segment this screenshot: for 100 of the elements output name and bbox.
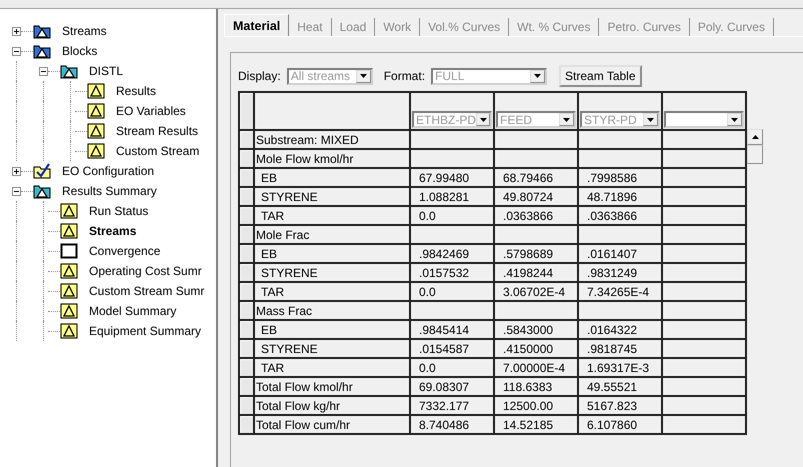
triangle-icon (60, 323, 78, 339)
table-cell: .0154587 (410, 339, 494, 358)
row-label: Total Flow kg/hr (254, 396, 410, 415)
row-label: TAR (254, 282, 410, 301)
row-label: Mass Frac (254, 301, 410, 320)
caret-icon (480, 118, 486, 122)
table-cell: .9842469 (410, 244, 494, 263)
table-cell: 0.0 (410, 282, 494, 301)
scroll-up-icon[interactable] (747, 129, 763, 145)
table-cell: 0.0 (410, 358, 494, 377)
expander-icon[interactable] (39, 66, 48, 76)
stream-table-button[interactable]: Stream Table (559, 65, 642, 87)
table-cell: .9831249 (578, 263, 662, 282)
table-cell: 14.52185 (494, 415, 578, 434)
table-cell: .9818745 (578, 339, 662, 358)
tree-item[interactable]: Equipment Summary (89, 324, 202, 338)
folder-icon (33, 23, 51, 39)
tree-item[interactable]: Convergence (89, 244, 160, 258)
triangle-icon (60, 283, 78, 299)
caret-icon (647, 118, 654, 122)
display-label: Display: (238, 69, 281, 83)
table-cell: .0161407 (578, 244, 662, 263)
row-label: Substream: MIXED (254, 130, 410, 149)
table-cell: 0.0 (410, 206, 494, 225)
row-label: TAR (254, 206, 410, 225)
row-label: TAR (254, 358, 410, 377)
expander-icon[interactable] (12, 26, 21, 36)
triangle-icon (60, 223, 78, 239)
tree-item[interactable]: Streams (62, 24, 107, 38)
row-label: Total Flow kmol/hr (254, 377, 410, 396)
table-cell: .4198244 (494, 263, 578, 282)
tree-item[interactable]: Blocks (62, 44, 98, 58)
tree-item[interactable]: EO Variables (116, 104, 186, 118)
tree-item[interactable]: Run Status (89, 204, 148, 218)
expander-icon[interactable] (12, 166, 21, 176)
tab[interactable]: Material (224, 14, 290, 36)
caret-icon (360, 74, 367, 78)
table-cell: 12500.00 (494, 396, 578, 415)
table-cell: .0363866 (578, 206, 662, 225)
table-cell: 5167.823 (578, 396, 662, 415)
scrollbar-thumb[interactable] (747, 145, 763, 164)
triangle-icon (87, 143, 105, 159)
table-cell: 69.08307 (410, 377, 494, 396)
table-cell: .0157532 (410, 263, 494, 282)
triangle-icon (87, 103, 105, 119)
caret-icon (534, 74, 542, 78)
row-label: EB (254, 320, 410, 339)
table-cell: 7332.177 (410, 396, 494, 415)
triangle-icon (87, 83, 105, 99)
tree-item[interactable]: Operating Cost Sumr (89, 264, 202, 278)
folder-icon (60, 63, 78, 79)
row-label: Mole Flow kmol/hr (254, 149, 410, 168)
table-cell: 3.06702E-4 (494, 282, 578, 301)
table-cell: 1.088281 (410, 187, 494, 206)
table-cell: 1.69317E-3 (578, 358, 662, 377)
square-icon (60, 243, 78, 259)
triangle-icon (87, 123, 105, 139)
tree-item[interactable]: Custom Stream Sumr (89, 284, 204, 298)
row-label: Mole Frac (254, 225, 410, 244)
folder-icon (33, 43, 51, 59)
table-cell: 7.00000E-4 (494, 358, 578, 377)
triangle-icon (60, 303, 78, 319)
tree-item[interactable]: Custom Stream (116, 144, 200, 158)
table-cell: 67.99480 (410, 168, 494, 187)
table-cell: .4150000 (494, 339, 578, 358)
row-label: STYRENE (254, 339, 410, 358)
table-cell: 8.740486 (410, 415, 494, 434)
format-label: Format: (384, 69, 426, 83)
table-cell: 68.79466 (494, 168, 578, 187)
triangle-icon (60, 203, 78, 219)
table-cell: 49.55521 (578, 377, 662, 396)
tree-item[interactable]: Model Summary (89, 304, 176, 318)
tree-item[interactable]: Results (116, 84, 156, 98)
table-cell: .0164322 (578, 320, 662, 339)
expander-icon[interactable] (12, 186, 21, 196)
checkmark-icon (33, 163, 51, 179)
folder-icon (33, 183, 51, 199)
table-cell: .5798689 (494, 244, 578, 263)
row-label: EB (254, 244, 410, 263)
tree-item[interactable]: Stream Results (116, 124, 198, 138)
table-cell: 7.34265E-4 (578, 282, 662, 301)
tree-item[interactable]: EO Configuration (62, 164, 154, 178)
expander-icon[interactable] (12, 46, 21, 56)
table-cell: .5843000 (494, 320, 578, 339)
tree-item[interactable]: DISTL (89, 64, 124, 78)
table-cell: 6.107860 (578, 415, 662, 434)
table-cell: 49.80724 (494, 187, 578, 206)
tree-item[interactable]: Streams (89, 224, 136, 238)
table-cell: 48.71896 (578, 187, 662, 206)
caret-icon (731, 118, 738, 122)
row-label: Total Flow cum/hr (254, 415, 410, 434)
table-cell: 118.6383 (494, 377, 578, 396)
table-cell: .0363866 (494, 206, 578, 225)
table-cell: .7998586 (578, 168, 662, 187)
stream-dropdown[interactable] (664, 111, 744, 128)
row-label: EB (254, 168, 410, 187)
table-cell: .9845414 (410, 320, 494, 339)
tree-item[interactable]: Results Summary (62, 184, 157, 198)
caret-icon (563, 118, 570, 122)
row-label: STYRENE (254, 187, 410, 206)
